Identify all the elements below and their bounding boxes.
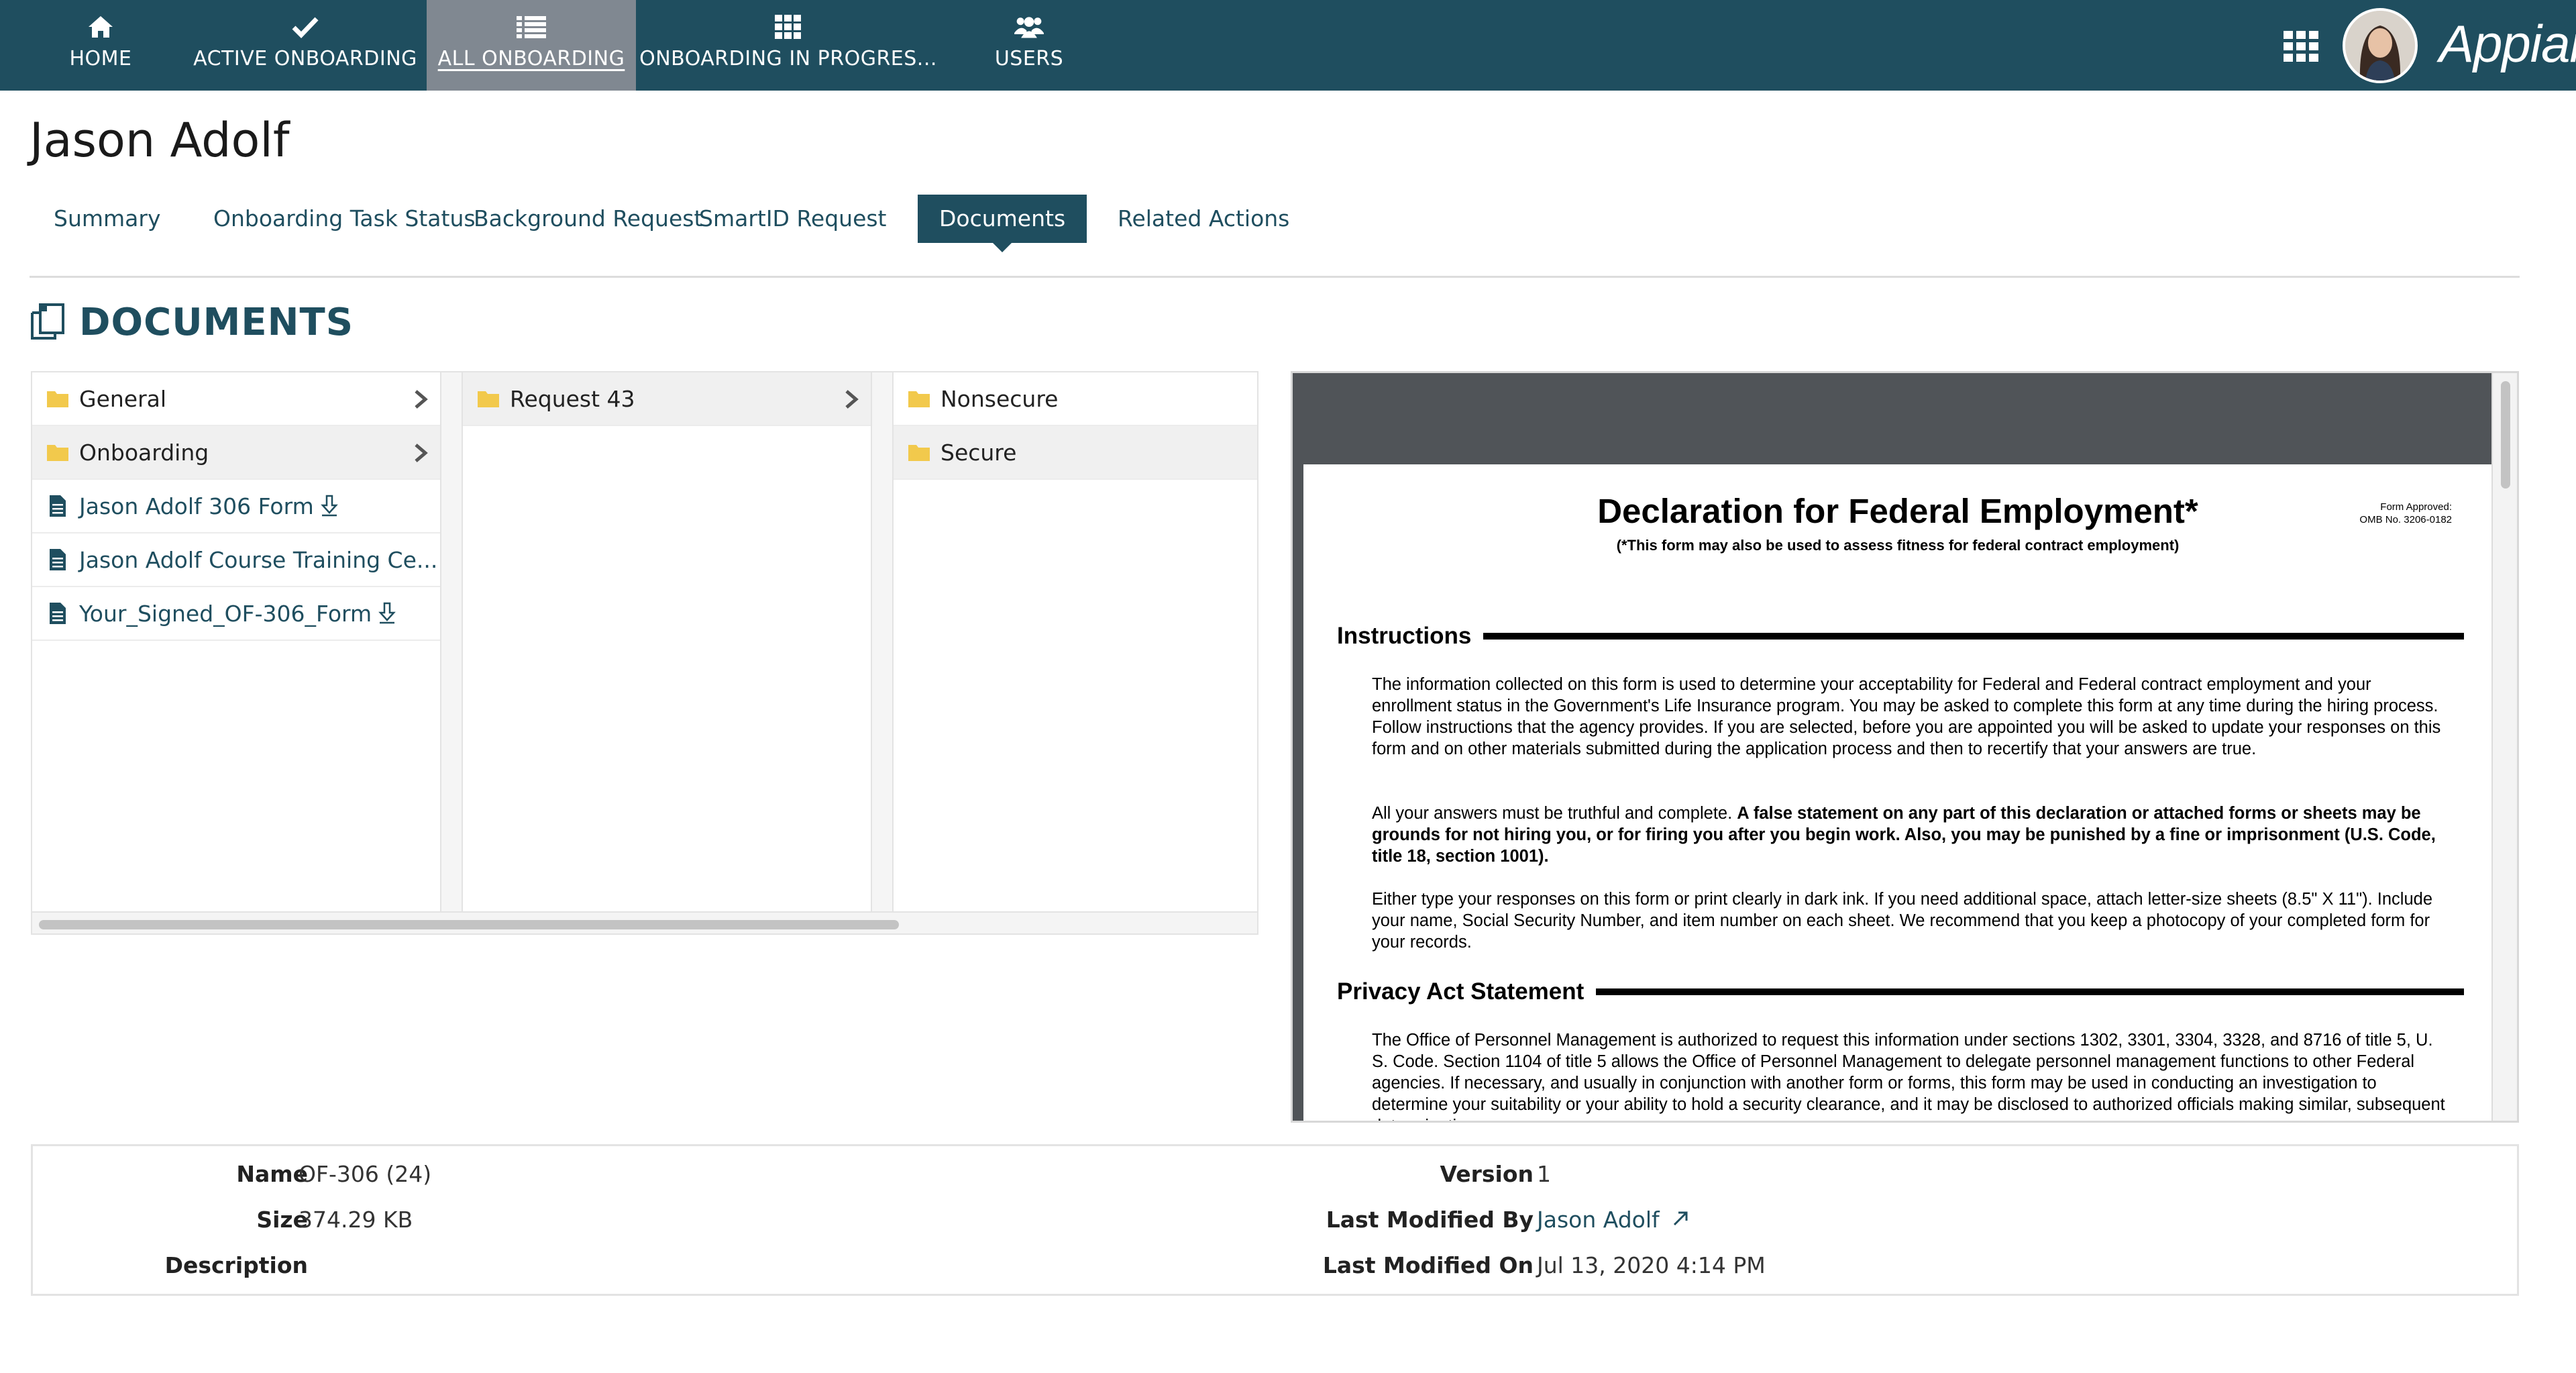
download-icon[interactable] bbox=[320, 495, 338, 517]
tab-summary[interactable]: Summary bbox=[32, 195, 182, 243]
folder-icon bbox=[47, 388, 68, 409]
pdf-paragraph: Either type your responses on this form … bbox=[1372, 890, 2433, 952]
folder-row-nonsecure[interactable]: Nonsecure bbox=[894, 372, 1257, 426]
description-label: Description bbox=[164, 1252, 308, 1278]
chevron-right-icon bbox=[411, 442, 431, 464]
nav-item-home[interactable]: HOME bbox=[47, 0, 154, 91]
column-divider[interactable] bbox=[871, 372, 894, 911]
vertical-scrollbar[interactable] bbox=[2491, 373, 2517, 1121]
pdf-approval-line: Form Approved: bbox=[2380, 501, 2452, 513]
version-label: Version bbox=[1440, 1161, 1534, 1187]
last-modified-on-value: Jul 13, 2020 4:14 PM bbox=[1537, 1252, 1766, 1278]
browser-column-2: Request 43 bbox=[463, 372, 871, 911]
pdf-subtitle: (*This form may also be used to assess f… bbox=[1616, 537, 2180, 554]
pdf-heading-instructions: Instructions bbox=[1337, 623, 2464, 650]
section-title: DOCUMENTS bbox=[79, 301, 354, 344]
folder-row-request-43[interactable]: Request 43 bbox=[463, 372, 871, 426]
appian-logo: Appian bbox=[2439, 14, 2576, 73]
chevron-right-icon bbox=[841, 389, 861, 410]
scrollbar-thumb[interactable] bbox=[39, 920, 899, 929]
document-icon bbox=[47, 549, 68, 570]
last-modified-by-link[interactable]: Jason Adolf bbox=[1537, 1207, 1690, 1233]
pdf-heading-text: Instructions bbox=[1337, 623, 1472, 649]
pdf-paragraph: The information collected on this form i… bbox=[1372, 675, 2441, 758]
file-link[interactable]: Jason Adolf Course Training Ce... bbox=[79, 547, 437, 573]
documents-icon bbox=[30, 302, 68, 344]
external-link-icon bbox=[1666, 1207, 1690, 1233]
tab-documents[interactable]: Documents bbox=[918, 195, 1087, 252]
page-title: Jason Adolf bbox=[30, 113, 290, 168]
document-icon bbox=[47, 603, 68, 624]
folder-icon bbox=[908, 388, 930, 409]
chevron-right-icon bbox=[411, 389, 431, 410]
pdf-heading-rule bbox=[1483, 633, 2464, 640]
pdf-paragraph: All your answers must be truthful and co… bbox=[1372, 803, 2452, 867]
browser-column-1: General Onboarding Jason Adolf 306 Form … bbox=[32, 372, 440, 911]
folder-label: General bbox=[79, 385, 167, 412]
top-navigation-bar: HOME ACTIVE ONBOARDING ALL ONBOARDING ON… bbox=[0, 0, 2576, 91]
file-link[interactable]: Your_Signed_OF-306_Form bbox=[79, 601, 372, 627]
nav-label: ACTIVE ONBOARDING bbox=[193, 47, 417, 70]
check-icon bbox=[290, 12, 320, 42]
users-icon bbox=[1014, 12, 1044, 42]
nav-item-users[interactable]: USERS bbox=[975, 0, 1083, 91]
document-preview: Declaration for Federal Employment* (*Th… bbox=[1291, 371, 2519, 1123]
nav-label: USERS bbox=[994, 47, 1064, 70]
list-icon bbox=[517, 12, 546, 42]
user-avatar[interactable] bbox=[2343, 8, 2418, 83]
documents-section-header: DOCUMENTS bbox=[30, 301, 354, 344]
pdf-heading-rule bbox=[1596, 988, 2464, 995]
pdf-page: Declaration for Federal Employment* (*Th… bbox=[1303, 464, 2492, 1121]
file-link[interactable]: Jason Adolf 306 Form bbox=[79, 493, 314, 519]
name-label: Name bbox=[236, 1161, 308, 1187]
pdf-title: Declaration for Federal Employment* bbox=[1597, 492, 2198, 530]
document-icon bbox=[47, 495, 68, 517]
version-value: 1 bbox=[1537, 1161, 1551, 1187]
file-row-course-training[interactable]: Jason Adolf Course Training Ce... bbox=[32, 533, 440, 587]
tab-smartid-request[interactable]: SmartID Request bbox=[678, 195, 908, 243]
browser-column-3: Nonsecure Secure bbox=[894, 372, 1257, 911]
column-divider[interactable] bbox=[440, 372, 463, 911]
pdf-text: All your answers must be truthful and co… bbox=[1372, 804, 1737, 823]
tab-divider bbox=[30, 276, 2520, 278]
folder-icon bbox=[47, 442, 68, 463]
folder-label: Secure bbox=[941, 439, 1017, 466]
nav-label: ONBOARDING IN PROGRES... bbox=[639, 47, 937, 70]
folder-icon bbox=[478, 388, 499, 409]
folder-row-secure[interactable]: Secure bbox=[894, 426, 1257, 480]
document-properties: Name OF-306 (24) Size 374.29 KB Descript… bbox=[31, 1144, 2519, 1296]
nav-item-active-onboarding[interactable]: ACTIVE ONBOARDING bbox=[188, 0, 423, 91]
file-row-your-signed-of-306-form[interactable]: Your_Signed_OF-306_Form bbox=[32, 587, 440, 641]
last-modified-by-value: Jason Adolf bbox=[1537, 1207, 1660, 1233]
tab-onboarding-task-status[interactable]: Onboarding Task Status bbox=[192, 195, 497, 243]
nav-item-onboarding-in-progress[interactable]: ONBOARDING IN PROGRES... bbox=[639, 0, 936, 91]
nav-item-all-onboarding[interactable]: ALL ONBOARDING bbox=[427, 0, 636, 91]
pdf-approval-block: Form Approved: OMB No. 3206-0182 bbox=[2359, 501, 2452, 526]
horizontal-scrollbar[interactable] bbox=[32, 911, 1257, 933]
folder-icon bbox=[908, 442, 930, 463]
file-row-jason-adolf-306-form[interactable]: Jason Adolf 306 Form bbox=[32, 480, 440, 533]
size-value: 374.29 KB bbox=[299, 1207, 413, 1233]
last-modified-on-label: Last Modified On bbox=[1322, 1252, 1534, 1278]
folder-row-onboarding[interactable]: Onboarding bbox=[32, 426, 440, 480]
folder-label: Onboarding bbox=[79, 439, 209, 466]
download-icon[interactable] bbox=[378, 602, 396, 625]
nav-label: HOME bbox=[69, 47, 132, 70]
pdf-heading-privacy: Privacy Act Statement bbox=[1337, 978, 2464, 1005]
tab-related-actions[interactable]: Related Actions bbox=[1096, 195, 1311, 243]
nav-label: ALL ONBOARDING bbox=[437, 47, 625, 70]
grid-icon bbox=[773, 12, 803, 42]
pdf-paragraph: The Office of Personnel Management is au… bbox=[1372, 1031, 2445, 1121]
folder-label: Request 43 bbox=[510, 385, 635, 412]
last-modified-by-label: Last Modified By bbox=[1326, 1207, 1534, 1233]
folder-row-general[interactable]: General bbox=[32, 372, 440, 426]
document-column-browser: General Onboarding Jason Adolf 306 Form … bbox=[31, 371, 1258, 935]
pdf-approval-line: OMB No. 3206-0182 bbox=[2359, 514, 2452, 525]
pdf-heading-text: Privacy Act Statement bbox=[1337, 978, 1585, 1005]
app-launcher-icon[interactable] bbox=[2284, 31, 2318, 62]
name-value: OF-306 (24) bbox=[299, 1161, 432, 1187]
home-icon bbox=[86, 12, 115, 42]
folder-label: Nonsecure bbox=[941, 385, 1059, 412]
scrollbar-thumb[interactable] bbox=[2501, 381, 2510, 489]
